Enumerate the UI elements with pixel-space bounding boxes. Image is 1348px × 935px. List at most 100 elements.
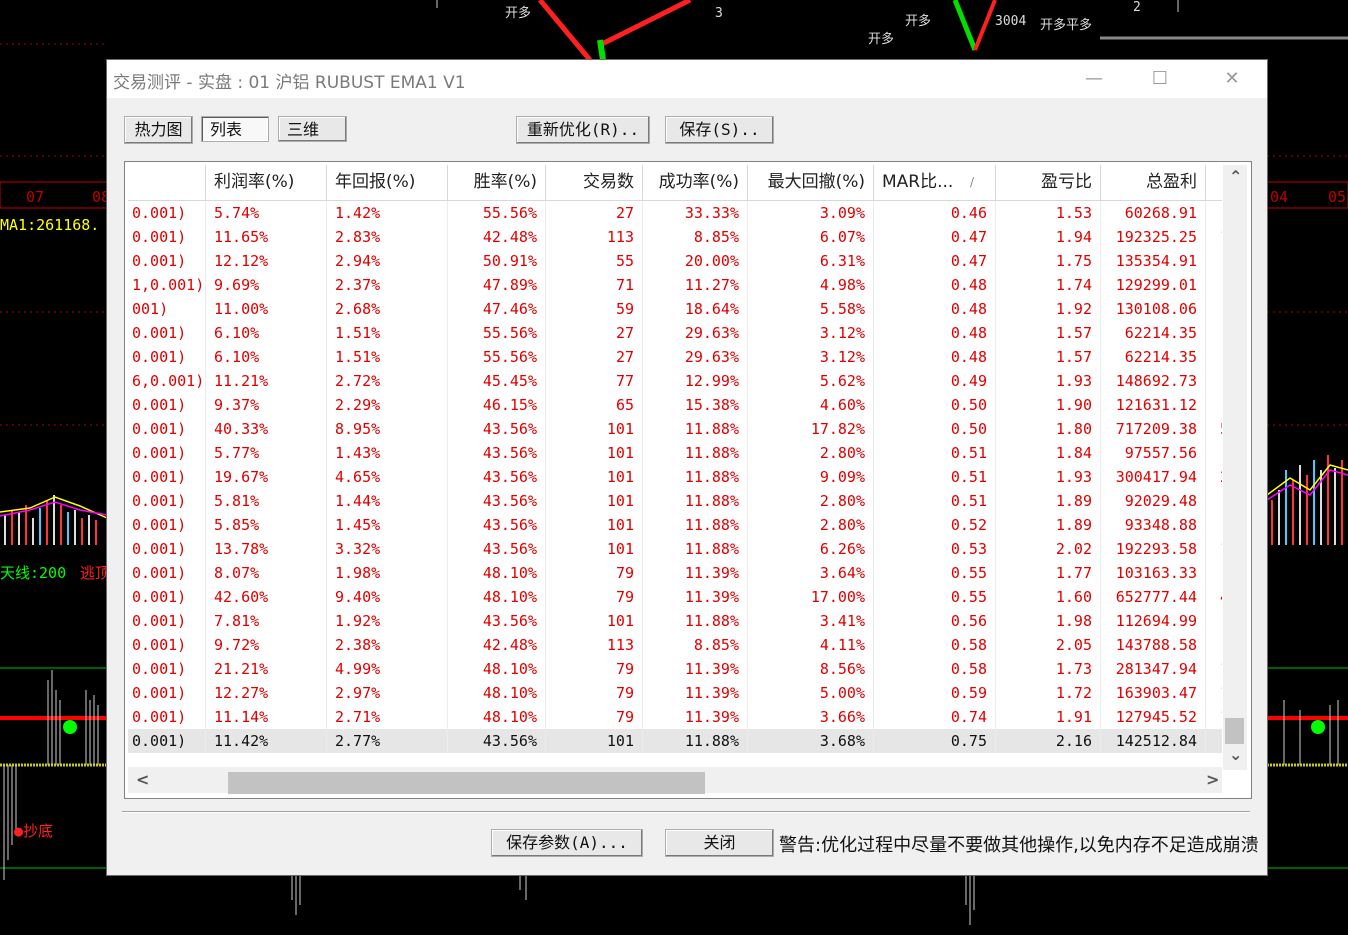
table-cell: 1.73 [996, 657, 1101, 681]
table-cell: 0.48 [874, 345, 996, 369]
table-row[interactable]: 0.001) 12.27% 2.97% 48.10% 79 11.39% 5.00% 0.59… [128, 681, 1222, 705]
title-bar[interactable]: 交易测评 - 实盘 : 01 沪铝 RUBUST EMA1 V1 — ☐ ✕ [107, 60, 1267, 98]
table-row[interactable]: 0.001) 9.37% 2.29% 46.15% 65 15.38% 4.60% 0.50 1… [128, 393, 1222, 417]
table-cell [1206, 729, 1222, 753]
table-row[interactable]: 0.001) 12.12% 2.94% 50.91% 55 20.00% 6.31% 0.47… [128, 249, 1222, 273]
scroll-right-icon[interactable]: > [1206, 770, 1219, 789]
table-row[interactable]: 0.001) 5.81% 1.44% 43.56% 101 11.88% 2.80% 0.51… [128, 489, 1222, 513]
table-cell: 55.56% [448, 321, 546, 345]
column-header[interactable]: 成功率(%) [643, 165, 748, 200]
table-cell: 0.001) [128, 585, 206, 609]
table-cell: 27 [546, 201, 643, 225]
table-row[interactable]: 0.001) 40.33% 8.95% 43.56% 101 11.88% 17.82% 0.… [128, 417, 1222, 441]
table-cell: 1.89 [996, 489, 1101, 513]
table-cell [1206, 513, 1222, 537]
table-cell: 1.94 [996, 225, 1101, 249]
column-header[interactable]: 最大回撤(%) [748, 165, 874, 200]
table-cell [1206, 273, 1222, 297]
close-button[interactable]: 关闭 [665, 829, 774, 857]
table-row[interactable]: 0.001) 6.10% 1.51% 55.56% 27 29.63% 3.12% 0.48 1… [128, 321, 1222, 345]
table-cell: 0.001) [128, 441, 206, 465]
column-header[interactable]: 年回报(%) [327, 165, 448, 200]
table-cell: 1.98% [327, 561, 448, 585]
table-row[interactable]: 0.001) 8.07% 1.98% 48.10% 79 11.39% 3.64% 0.55 1… [128, 561, 1222, 585]
table-cell: 0.48 [874, 273, 996, 297]
table-cell: 113 [546, 633, 643, 657]
chart-marker: 开多 [905, 14, 932, 29]
table-cell: 55.56% [448, 345, 546, 369]
table-row[interactable]: 0.001) 5.74% 1.42% 55.56% 27 33.33% 3.09% 0.46 1… [128, 201, 1222, 225]
table-cell: 62214.35 [1101, 321, 1206, 345]
table-cell: 1 [1206, 705, 1222, 729]
table-cell: 0.001) [128, 321, 206, 345]
table-cell: 47.89% [448, 273, 546, 297]
vertical-scrollbar[interactable]: ⌃ ⌄ [1223, 165, 1247, 770]
table-cell: 55 [546, 249, 643, 273]
table-row[interactable]: 0.001) 42.60% 9.40% 48.10% 79 11.39% 17.00% 0.5… [128, 585, 1222, 609]
tab-heatmap[interactable]: 热力图 [124, 116, 193, 144]
table-cell: 6,0.001) [128, 369, 206, 393]
horizontal-scroll-thumb[interactable] [228, 772, 705, 794]
column-header[interactable]: 胜率(%) [448, 165, 546, 200]
scroll-up-icon[interactable]: ⌃ [1229, 167, 1242, 186]
table-row[interactable]: 0.001) 11.65% 2.83% 42.48% 113 8.85% 6.07% 0.47… [128, 225, 1222, 249]
table-cell: 29.63% [643, 321, 748, 345]
horizontal-scrollbar[interactable]: < > [128, 767, 1222, 794]
minimize-icon[interactable]: — [1074, 66, 1114, 92]
column-header[interactable] [128, 165, 206, 200]
scroll-left-icon[interactable]: < [136, 770, 149, 789]
table-cell: 0.49 [874, 369, 996, 393]
column-header[interactable]: MAR比... [874, 165, 996, 200]
table-cell [1206, 249, 1222, 273]
save-params-button[interactable]: 保存参数(A)... [491, 829, 643, 857]
table-cell: 9.40% [327, 585, 448, 609]
column-header[interactable]: 盈亏比 [996, 165, 1101, 200]
table-cell: 15.38% [643, 393, 748, 417]
table-cell: 0.58 [874, 633, 996, 657]
table-row[interactable]: 6,0.001) 11.21% 2.72% 45.45% 77 12.99% 5.62% 0.… [128, 369, 1222, 393]
table-cell: 48.10% [448, 705, 546, 729]
table-row[interactable]: 001) 11.00% 2.68% 47.46% 59 18.64% 5.58% 0.48 1.… [128, 297, 1222, 321]
table-cell: 11.14% [206, 705, 327, 729]
table-cell: 281347.94 [1101, 657, 1206, 681]
table-cell: 130108.06 [1101, 297, 1206, 321]
table-cell: 1 [1206, 225, 1222, 249]
table-row[interactable]: 0.001) 5.85% 1.45% 43.56% 101 11.88% 2.80% 0.52… [128, 513, 1222, 537]
tab-3d[interactable]: 三维 [278, 116, 347, 142]
table-cell: 9.37% [206, 393, 327, 417]
table-cell: 2 [1206, 465, 1222, 489]
table-row[interactable]: 1,0.001) 9.69% 2.37% 47.89% 71 11.27% 4.98% 0.4… [128, 273, 1222, 297]
table-cell: 46.15% [448, 393, 546, 417]
table-cell: 17.00% [748, 585, 874, 609]
table-row[interactable]: 0.001) 19.67% 4.65% 43.56% 101 11.88% 9.09% 0.5… [128, 465, 1222, 489]
column-header[interactable]: 总盈利 [1101, 165, 1206, 200]
maximize-icon[interactable]: ☐ [1140, 66, 1180, 92]
vertical-scroll-thumb[interactable] [1225, 718, 1244, 744]
tab-list[interactable]: 列表 [201, 116, 269, 142]
table-cell: 93348.88 [1101, 513, 1206, 537]
table-cell: 42.48% [448, 225, 546, 249]
evaluation-dialog: 交易测评 - 实盘 : 01 沪铝 RUBUST EMA1 V1 — ☐ ✕ 热… [107, 60, 1267, 875]
column-header[interactable]: 利润率(%) [206, 165, 327, 200]
table-row[interactable]: 0.001) 9.72% 2.38% 42.48% 113 8.85% 4.11% 0.58 2… [128, 633, 1222, 657]
table-cell: 0.001) [128, 561, 206, 585]
table-row[interactable]: 0.001) 21.21% 4.99% 48.10% 79 11.39% 8.56% 0.58… [128, 657, 1222, 681]
table-cell: 8.07% [206, 561, 327, 585]
table-row[interactable]: 0.001) 13.78% 3.32% 43.56% 101 11.88% 6.26% 0.5… [128, 537, 1222, 561]
table-row[interactable]: 0.001) 7.81% 1.92% 43.56% 101 11.88% 3.41% 0.56… [128, 609, 1222, 633]
column-header[interactable]: 交易数 [546, 165, 643, 200]
table-cell: 1 [1206, 681, 1222, 705]
table-cell: 77 [546, 369, 643, 393]
table-cell: 71 [546, 273, 643, 297]
scroll-down-icon[interactable]: ⌄ [1229, 745, 1242, 764]
table-cell: 55.56% [448, 201, 546, 225]
close-icon[interactable]: ✕ [1212, 66, 1252, 92]
chart-marker: 开多 [868, 32, 895, 47]
table-row[interactable]: 0.001) 5.77% 1.43% 43.56% 101 11.88% 2.80% 0.51… [128, 441, 1222, 465]
table-cell: 0.48 [874, 297, 996, 321]
table-row[interactable]: 0.001) 11.42% 2.77% 43.56% 101 11.88% 3.68% 0.7… [128, 729, 1222, 753]
save-button[interactable]: 保存(S).. [665, 116, 774, 144]
reoptimize-button[interactable]: 重新优化(R).. [516, 116, 650, 144]
table-row[interactable]: 0.001) 11.14% 2.71% 48.10% 79 11.39% 3.66% 0.74… [128, 705, 1222, 729]
table-row[interactable]: 0.001) 6.10% 1.51% 55.56% 27 29.63% 3.12% 0.48 1… [128, 345, 1222, 369]
